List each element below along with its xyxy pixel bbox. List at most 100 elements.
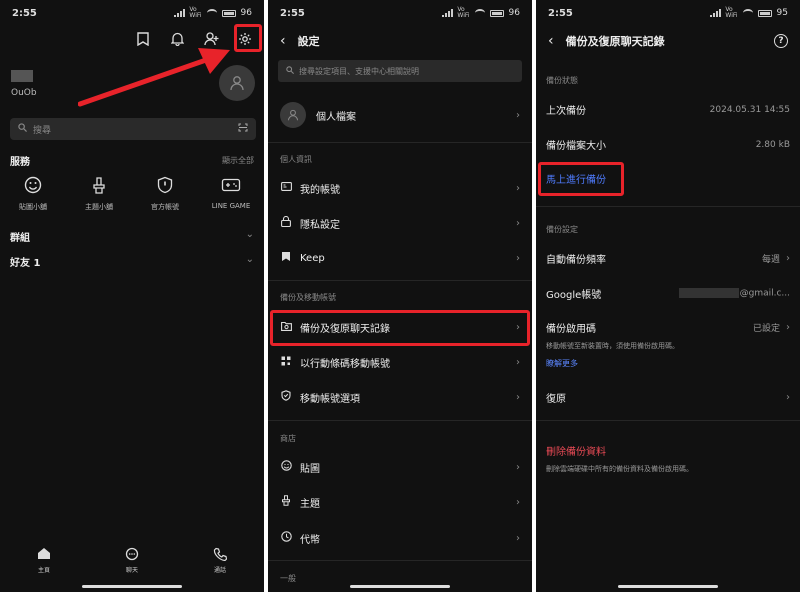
settings-profile[interactable]: 個人檔案 › (280, 100, 520, 130)
service-stickers[interactable]: 貼圖小舖 (3, 174, 63, 212)
divider (268, 142, 532, 143)
divider (268, 560, 532, 561)
scan-icon[interactable] (238, 123, 248, 135)
chevron-right-icon: › (516, 182, 520, 194)
home-screen: 2:55 Vo WiFi 96 OuOb 搜尋 服務 顯示全部 貼圖小舖 主題小… (0, 0, 264, 592)
google-account-row[interactable]: Google帳號 @gmail.c... (546, 286, 790, 301)
chevron-down-icon[interactable]: ⌄ (246, 254, 254, 265)
signal-icon (174, 9, 186, 17)
services-title: 服務 (10, 157, 30, 168)
search-placeholder: 搜尋設定項目、支援中心相關說明 (299, 66, 419, 76)
auto-backup-frequency-value: 每週 (761, 255, 780, 265)
avatar[interactable] (219, 65, 255, 101)
chevron-right-icon: › (516, 356, 520, 368)
back-arrow-icon[interactable]: ‹ (280, 33, 286, 49)
status-time: 2:55 (280, 7, 305, 19)
chevron-right-icon: › (516, 217, 520, 229)
backup-now-highlight (538, 162, 624, 196)
nav-home[interactable]: 主頁 (19, 547, 69, 574)
gesture-bar (618, 585, 718, 588)
menu-privacy[interactable]: 隱私設定 › (280, 211, 520, 235)
service-line-game[interactable]: LINE GAME (201, 174, 261, 212)
chevron-right-icon: › (516, 391, 520, 403)
search-icon (286, 66, 294, 76)
nav-calls[interactable]: 通話 (195, 547, 245, 574)
settings-search-input[interactable]: 搜尋設定項目、支援中心相關說明 (278, 60, 522, 82)
group-personal: 個人資訊 (280, 155, 312, 164)
status-time: 2:55 (12, 7, 37, 19)
search-input[interactable]: 搜尋 (10, 118, 256, 140)
smiley-icon (22, 174, 44, 196)
status-bar: 2:55 Vo WiFi 95 (536, 0, 800, 26)
status-time: 2:55 (548, 7, 573, 19)
backup-size-value: 2.80 kB (755, 139, 790, 150)
menu-stickers[interactable]: 貼圖 › (280, 455, 520, 479)
wifi-icon (742, 9, 753, 17)
menu-coins[interactable]: 代幣 › (280, 526, 520, 550)
gamepad-icon (220, 174, 242, 196)
auto-backup-frequency-row[interactable]: 自動備份頻率 每週 › (546, 251, 790, 266)
brush-icon (280, 495, 292, 509)
service-themes[interactable]: 主題小舖 (69, 174, 129, 212)
google-account-value: @gmail.c... (678, 288, 790, 299)
divider (268, 280, 532, 281)
battery-icon (221, 9, 236, 17)
battery-percent: 96 (240, 8, 252, 18)
chevron-right-icon: › (786, 253, 790, 264)
clock-coin-icon (280, 531, 292, 545)
profile-name[interactable] (11, 70, 33, 82)
avatar (280, 102, 306, 128)
backup-size-row: 備份檔案大小 2.80 kB (546, 139, 790, 153)
chevron-right-icon: › (516, 461, 520, 473)
service-official-accounts[interactable]: 官方帳號 (135, 174, 195, 212)
backup-pin-row[interactable]: 備份啟用碼 已設定 › (546, 320, 790, 335)
battery-icon (489, 9, 504, 17)
menu-keep[interactable]: Keep › (280, 246, 520, 270)
last-backup-value: 2024.05.31 14:55 (709, 104, 790, 115)
backup-screen: 2:55 Vo WiFi 95 ‹ 備份及復原聊天記錄 ? 備份狀態 上次備份 2… (536, 0, 800, 592)
lock-icon (280, 215, 292, 230)
shield-check-icon (280, 390, 292, 404)
search-placeholder: 搜尋 (33, 125, 52, 136)
settings-highlight (234, 24, 262, 52)
wifi-icon (206, 9, 217, 17)
help-icon[interactable]: ? (774, 34, 788, 48)
chevron-right-icon: › (516, 109, 520, 121)
brush-icon (88, 174, 110, 196)
menu-move-qr[interactable]: 以行動條碼移動帳號 › (280, 350, 520, 374)
restore-row[interactable]: 復原 › (546, 390, 790, 405)
phone-icon (213, 547, 228, 563)
section-status: 備份狀態 (546, 76, 578, 85)
shield-icon (154, 174, 176, 196)
pointer-arrow (78, 48, 230, 107)
menu-move-options[interactable]: 移動帳號選項 › (280, 385, 520, 409)
services-show-all[interactable]: 顯示全部 (222, 155, 254, 166)
divider (536, 420, 800, 421)
divider (536, 206, 800, 207)
home-icon (37, 547, 51, 563)
menu-my-account[interactable]: 我的帳號 › (280, 176, 520, 200)
battery-percent: 95 (776, 8, 788, 18)
learn-more-link[interactable]: 瞭解更多 (546, 358, 578, 369)
chevron-right-icon: › (786, 392, 790, 403)
backup-pin-note: 移動帳號至新裝置時，須使用備份啟用碼。 (546, 342, 679, 350)
id-card-icon (280, 182, 292, 194)
nav-chat[interactable]: 聊天 (107, 547, 157, 574)
groups-title[interactable]: 群組 (10, 229, 30, 244)
chevron-right-icon: › (516, 252, 520, 264)
gesture-bar (350, 585, 450, 588)
backup-pin-value: 已設定 (752, 324, 780, 334)
signal-icon (710, 9, 722, 17)
friends-title[interactable]: 好友 1 (10, 254, 40, 269)
volte-icon: Vo WiFi (725, 6, 738, 19)
volte-icon: Vo WiFi (189, 6, 202, 19)
group-general: 一般 (280, 574, 296, 583)
keep-icon (280, 251, 292, 265)
menu-themes[interactable]: 主題 › (280, 490, 520, 514)
section-settings: 備份設定 (546, 225, 578, 234)
back-arrow-icon[interactable]: ‹ (548, 33, 554, 49)
page-title: 設定 (297, 35, 320, 48)
chevron-down-icon[interactable]: ⌄ (246, 229, 254, 240)
signal-icon (442, 9, 454, 17)
delete-backup-button[interactable]: 刪除備份資料 (546, 443, 790, 458)
